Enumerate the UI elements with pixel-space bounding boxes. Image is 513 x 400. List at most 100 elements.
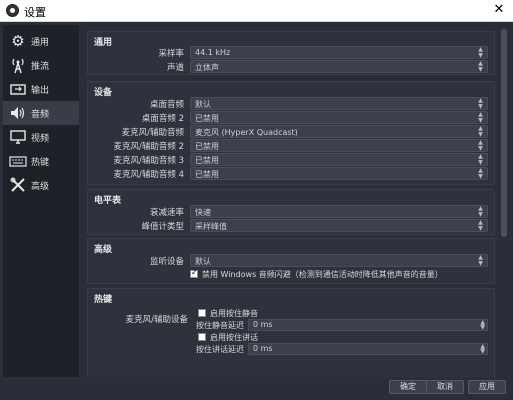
device-label: 麦克风/辅助音频 xyxy=(121,128,184,138)
sample-rate-value: 44.1 kHz xyxy=(195,48,231,57)
monitoring-device-value: 默认 xyxy=(195,257,211,266)
combo-arrows-icon: ▲ ▼ xyxy=(478,60,483,73)
push-to-mute-label: 启用按住静音 xyxy=(210,309,258,318)
peak-meter-value: 采样峰值 xyxy=(195,222,227,231)
speaker-icon xyxy=(9,104,27,122)
tools-icon xyxy=(9,176,27,194)
peak-meter-select[interactable]: 采样峰值 ▲ ▼ xyxy=(190,219,488,232)
disable-ducking-label: 禁用 Windows 音频闪避（检测到通信活动时降低其他声音的音量） xyxy=(202,270,443,279)
combo-arrows-icon: ▲ ▼ xyxy=(478,97,483,110)
mic-aux-select[interactable]: 麦克风 (HyperX Quadcast) ▲ ▼ xyxy=(190,125,488,138)
device-value: 麦克风 (HyperX Quadcast) xyxy=(195,128,298,137)
mic-aux-2-select[interactable]: 已禁用 ▲ ▼ xyxy=(190,139,488,152)
hotkeys-group: 热键 麦克风/辅助设备 启用按住静音 按住静音延迟 0 ms ▲ ▼ 启用按住讲话… xyxy=(87,288,495,377)
output-icon xyxy=(9,80,27,98)
title-bar: 设置 ✕ xyxy=(0,0,513,22)
push-to-mute-checkbox[interactable] xyxy=(198,309,206,317)
obs-logo-icon xyxy=(6,4,19,17)
push-to-talk-delay-label: 按住讲话延迟 xyxy=(196,345,244,354)
decay-rate-select[interactable]: 快速 ▲ ▼ xyxy=(190,205,488,218)
device-label: 麦克风/辅助音频 2 xyxy=(113,142,184,152)
device-label: 麦克风/辅助音频 3 xyxy=(113,156,184,166)
settings-content: 通用 采样率 44.1 kHz ▲ ▼ 声道 立体声 ▲ ▼ 设备 桌面音频 默认 … xyxy=(83,25,499,377)
combo-arrows-icon: ▲ ▼ xyxy=(478,153,483,166)
devices-group: 设备 桌面音频 默认 ▲ ▼ 桌面音频 2 已禁用 ▲ ▼ 麦克风/辅助音频 麦克风… xyxy=(87,81,495,185)
sidebar-item-label: 推流 xyxy=(31,62,50,72)
combo-arrows-icon: ▲ ▼ xyxy=(478,205,483,218)
combo-arrows-icon: ▲ ▼ xyxy=(478,254,483,267)
device-value: 已禁用 xyxy=(195,156,219,165)
sidebar-item-video[interactable]: 视频 xyxy=(3,125,79,149)
device-value: 已禁用 xyxy=(195,142,219,151)
meters-group: 电平表 衰减速率 快速 ▲ ▼ 峰值计类型 采样峰值 ▲ ▼ xyxy=(87,189,495,235)
combo-arrows-icon: ▲ ▼ xyxy=(478,167,483,180)
device-value: 默认 xyxy=(195,100,211,109)
decay-rate-label: 衰减速率 xyxy=(149,208,184,218)
scrollbar-thumb[interactable] xyxy=(501,29,507,237)
spin-arrows-icon: ▲ ▼ xyxy=(480,343,485,355)
sample-rate-select[interactable]: 44.1 kHz ▲ ▼ xyxy=(190,46,488,59)
channels-label: 声道 xyxy=(166,63,184,73)
disable-ducking-checkbox[interactable] xyxy=(190,268,198,278)
gear-icon: ⚙ xyxy=(11,32,25,50)
combo-arrows-icon: ▲ ▼ xyxy=(478,46,483,59)
sidebar-item-label: 高级 xyxy=(31,182,50,192)
sidebar-item-label: 视频 xyxy=(31,134,50,144)
group-title: 电平表 xyxy=(94,196,122,206)
sidebar-item-general[interactable]: ⚙ 通用 xyxy=(3,29,79,53)
desktop-audio-select[interactable]: 默认 ▲ ▼ xyxy=(190,97,488,110)
advanced-group: 高级 监听设备 默认 ▲▼ 禁用 Windows 音频闪避（检测到通信活动时降低… xyxy=(87,238,495,284)
group-title: 设备 xyxy=(94,88,113,98)
push-to-talk-delay-spinbox[interactable]: 0 ms ▲ ▼ xyxy=(248,343,488,355)
monitor-icon xyxy=(9,128,27,146)
combo-arrows-icon: ▲ ▼ xyxy=(478,219,483,232)
channels-select[interactable]: 立体声 ▲ ▼ xyxy=(190,60,488,73)
sidebar-item-label: 通用 xyxy=(31,38,50,48)
apply-button[interactable]: 应用 xyxy=(468,380,506,394)
content-scrollbar[interactable] xyxy=(500,25,508,377)
push-to-mute-delay-spinbox[interactable]: 0 ms ▲ ▼ xyxy=(248,319,488,331)
combo-arrows-icon: ▲ ▼ xyxy=(478,125,483,138)
settings-sidebar: ⚙ 通用 推流 输出 音频 视频 热键 高级 xyxy=(3,25,79,377)
group-title: 通用 xyxy=(94,38,113,48)
sidebar-item-hotkeys[interactable]: 热键 xyxy=(3,149,79,173)
close-icon[interactable]: ✕ xyxy=(491,2,507,18)
keyboard-icon xyxy=(9,152,27,170)
settings-window: 设置 ✕ ⚙ 通用 推流 输出 音频 视频 热键 高级 通用 采样率 44.1 … xyxy=(0,0,513,400)
window-title: 设置 xyxy=(24,6,46,19)
device-value: 已禁用 xyxy=(195,114,219,123)
monitoring-device-label: 监听设备 xyxy=(149,257,184,267)
device-label: 麦克风/辅助音频 4 xyxy=(113,170,184,180)
sample-rate-label: 采样率 xyxy=(158,49,184,59)
device-label: 桌面音频 2 xyxy=(141,114,184,124)
general-group: 通用 采样率 44.1 kHz ▲ ▼ 声道 立体声 ▲ ▼ xyxy=(87,31,495,75)
push-to-talk-delay-value: 0 ms xyxy=(253,344,273,353)
spin-arrows-icon: ▲ ▼ xyxy=(480,319,485,331)
mic-aux-3-select[interactable]: 已禁用 ▲ ▼ xyxy=(190,153,488,166)
sidebar-item-label: 热键 xyxy=(31,158,50,168)
sidebar-item-audio[interactable]: 音频 xyxy=(3,101,79,125)
broadcast-icon xyxy=(9,56,27,74)
monitoring-device-select[interactable]: 默认 ▲ ▼ xyxy=(190,254,488,267)
sidebar-item-stream[interactable]: 推流 xyxy=(3,53,79,77)
sidebar-item-label: 音频 xyxy=(31,110,50,120)
push-to-talk-checkbox[interactable] xyxy=(198,333,206,341)
mic-aux-4-select[interactable]: 已禁用 ▲ ▼ xyxy=(190,167,488,180)
sidebar-item-output[interactable]: 输出 xyxy=(3,77,79,101)
decay-rate-value: 快速 xyxy=(195,208,211,217)
group-title: 热键 xyxy=(94,295,113,305)
combo-arrows-icon: ▲ ▼ xyxy=(478,111,483,124)
group-title: 高级 xyxy=(94,245,113,255)
push-to-mute-delay-label: 按住静音延迟 xyxy=(196,321,244,330)
push-to-mute-delay-value: 0 ms xyxy=(253,320,273,329)
sidebar-item-advanced[interactable]: 高级 xyxy=(3,173,79,197)
sidebar-item-label: 输出 xyxy=(31,86,50,96)
peak-meter-label: 峰值计类型 xyxy=(141,222,184,232)
desktop-audio-2-select[interactable]: 已禁用 ▲ ▼ xyxy=(190,111,488,124)
ok-button[interactable]: 确定 xyxy=(389,380,427,394)
cancel-button[interactable]: 取消 xyxy=(426,380,464,394)
channels-value: 立体声 xyxy=(195,63,219,72)
device-label: 桌面音频 xyxy=(149,100,184,110)
combo-arrows-icon: ▲ ▼ xyxy=(478,139,483,152)
hotkey-device-label: 麦克风/辅助设备 xyxy=(125,315,188,325)
